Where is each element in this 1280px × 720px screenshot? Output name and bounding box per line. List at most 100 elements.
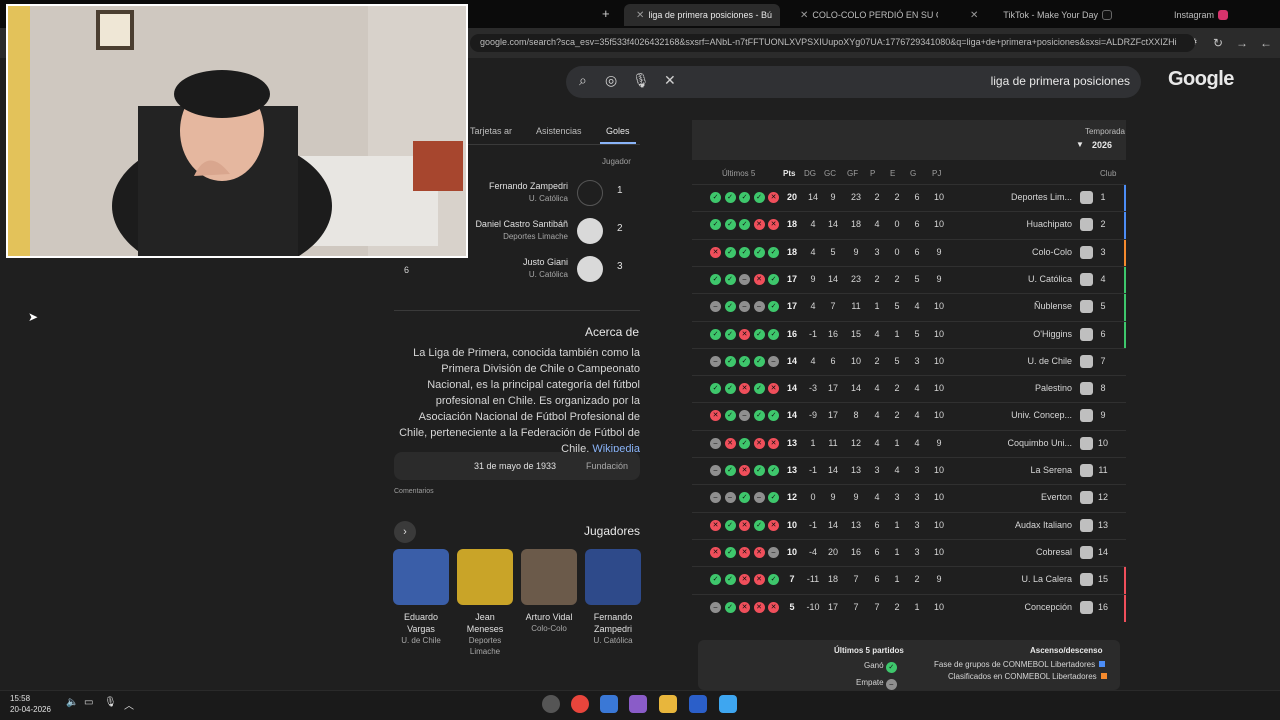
form-result-icon[interactable]: ✓	[724, 519, 736, 531]
form-result-icon[interactable]: ✓	[724, 601, 736, 613]
form-result-icon[interactable]: ✕	[768, 383, 779, 395]
form-result-icon[interactable]: –	[768, 355, 779, 367]
clear-search-icon[interactable]: ✕	[664, 72, 676, 89]
form-result-icon[interactable]: –	[724, 492, 736, 504]
table-row[interactable]: 16 Concepción 10 1 2 7 7 17 -10 5 ✕ ✕ ✕ ✓ –	[692, 593, 1126, 622]
form-result-icon[interactable]: ✓	[739, 437, 750, 449]
scorer-name[interactable]: Justo Giani	[468, 257, 568, 267]
form-result-icon[interactable]: ✓	[724, 410, 736, 422]
table-row[interactable]: 14 Cobresal 10 3 1 6 16 20 -4 10– ✕ ✕ ✓ ✕	[692, 538, 1126, 566]
club-name[interactable]: Audax Italiano	[982, 520, 1072, 530]
chevron-down-icon[interactable]: ▼	[1076, 140, 1084, 149]
table-row[interactable]: 6 O'Higgins 10 5 1 4 15 16 -1 16 ✓ ✓ ✕ ✓ ✓	[692, 320, 1126, 349]
tab-google-search[interactable]: ✕ liga de primera posiciones - Bú	[624, 4, 780, 26]
form-result-icon[interactable]: –	[753, 492, 765, 504]
form-result-icon[interactable]: ✓	[724, 355, 736, 367]
form-result-icon[interactable]: ✕	[710, 519, 721, 531]
form-result-icon[interactable]: ✓	[739, 219, 750, 231]
form-result-icon[interactable]: –	[739, 273, 750, 285]
form-result-icon[interactable]: ✕	[739, 465, 750, 476]
club-name[interactable]: O'Higgins	[982, 329, 1072, 339]
form-result-icon[interactable]: ✕	[753, 546, 765, 558]
table-row[interactable]: 5 Ñublense 10 4 5 1 11 7 4 17 ✓ – – ✓ –	[692, 293, 1126, 322]
form-result-icon[interactable]: ✕	[753, 219, 765, 231]
google-logo[interactable]: Google	[1168, 68, 1234, 91]
club-name[interactable]: U. Católica	[982, 274, 1072, 284]
club-name[interactable]: Concepción	[982, 602, 1072, 612]
form-result-icon[interactable]: ✓	[768, 301, 779, 313]
close-tab-icon[interactable]: ✕	[800, 10, 808, 21]
chrome-icon[interactable]	[571, 695, 589, 713]
tab-asistencias[interactable]: Asistencias	[536, 126, 582, 136]
form-result-icon[interactable]: ✓	[768, 328, 779, 340]
form-result-icon[interactable]: ✕	[768, 219, 779, 231]
form-result-icon[interactable]: –	[739, 410, 750, 422]
back-icon[interactable]: ←	[1257, 34, 1275, 52]
club-name[interactable]: Colo-Colo	[982, 247, 1072, 257]
tab-youtube[interactable]: ✕ COLO-COLO PERDIÓ EN SU CU	[788, 4, 938, 26]
close-tab-icon[interactable]: ✕	[636, 10, 644, 21]
form-result-icon[interactable]: ✕	[753, 437, 765, 449]
address-bar[interactable]: google.com/search?sca_esv=35f533f4026432…	[470, 34, 1195, 52]
network-icon[interactable]: ▭	[84, 697, 93, 708]
form-result-icon[interactable]: ✕	[739, 546, 750, 558]
player-card[interactable]: Eduardo Vargas U. de Chile	[393, 549, 449, 646]
scorer-name[interactable]: Daniel Castro Santibáñ	[468, 219, 568, 229]
form-result-icon[interactable]: –	[710, 301, 721, 313]
form-result-icon[interactable]: ✓	[753, 192, 765, 203]
club-name[interactable]: La Serena	[982, 465, 1072, 475]
form-result-icon[interactable]: ✓	[710, 574, 721, 586]
search-icon[interactable]: ⌕	[579, 72, 587, 89]
forward-icon[interactable]: →	[1233, 34, 1251, 52]
form-result-icon[interactable]: ✓	[724, 465, 736, 476]
club-name[interactable]: Ñublense	[982, 301, 1072, 311]
close-tab-icon[interactable]: ✕	[970, 10, 978, 21]
form-result-icon[interactable]: –	[710, 465, 721, 476]
form-result-icon[interactable]: ✕	[739, 519, 750, 531]
club-name[interactable]: U. de Chile	[982, 356, 1072, 366]
form-result-icon[interactable]: ✕	[753, 574, 765, 586]
form-result-icon[interactable]: ✓	[710, 328, 721, 340]
form-result-icon[interactable]: ✕	[710, 546, 721, 558]
form-result-icon[interactable]: ✕	[753, 273, 765, 285]
chevron-up-icon[interactable]: ︿	[124, 697, 134, 712]
form-result-icon[interactable]: ✓	[724, 574, 736, 586]
form-result-icon[interactable]: ✕	[768, 437, 779, 449]
form-result-icon[interactable]: –	[710, 492, 721, 504]
table-row[interactable]: 7 U. de Chile 10 3 5 2 10 6 4 14– ✓ ✓ ✓ –	[692, 347, 1126, 375]
form-result-icon[interactable]: ✕	[739, 383, 750, 395]
form-result-icon[interactable]: ✓	[768, 492, 779, 504]
form-result-icon[interactable]: ✓	[739, 492, 750, 504]
form-result-icon[interactable]: ✓	[753, 410, 765, 422]
form-result-icon[interactable]: ✓	[724, 273, 736, 285]
form-result-icon[interactable]: ✕	[768, 192, 779, 203]
microphone-icon[interactable]: 🎙	[632, 72, 650, 89]
form-result-icon[interactable]: ✓	[768, 246, 779, 258]
table-row[interactable]: 13 Audax Italiano 10 3 1 6 13 14 -1 10 ✕ ✓ ✕ ✓ ✕	[692, 511, 1126, 539]
form-result-icon[interactable]: ✓	[768, 410, 779, 422]
form-result-icon[interactable]: ✓	[753, 383, 765, 395]
app-icon[interactable]	[629, 695, 647, 713]
form-result-icon[interactable]: ✕	[739, 328, 750, 340]
form-result-icon[interactable]: ✓	[724, 328, 736, 340]
player-card[interactable]: Jean Meneses Deportes Limache	[457, 549, 513, 657]
form-result-icon[interactable]: ✓	[753, 246, 765, 258]
tab-goles[interactable]: Goles	[606, 126, 630, 136]
new-tab-icon[interactable]: +	[602, 6, 610, 21]
form-result-icon[interactable]: ✓	[724, 246, 736, 258]
table-row[interactable]: 15 U. La Calera 9 2 1 6 7 18 -11 7 ✓ ✕ ✕ ✓ ✓	[692, 566, 1126, 595]
tab-instagram[interactable]: Instagram	[1168, 4, 1256, 26]
club-name[interactable]: Deportes Lim...	[982, 192, 1072, 202]
player-card[interactable]: Arturo Vidal Colo-Colo	[521, 549, 577, 634]
system-clock[interactable]: 15:58 20-04-2026	[10, 693, 51, 715]
form-result-icon[interactable]: ✓	[739, 192, 750, 203]
form-result-icon[interactable]: ✓	[768, 273, 779, 285]
player-card[interactable]: Fernando Zampedri U. Católica	[585, 549, 641, 646]
form-result-icon[interactable]: ✓	[710, 192, 721, 203]
table-row[interactable]: 12 Everton 10 3 3 4 9 9 0 12 ✓ – ✓ – –	[692, 484, 1126, 511]
form-result-icon[interactable]: ✕	[739, 574, 750, 586]
form-result-icon[interactable]: ✕	[768, 601, 779, 613]
form-result-icon[interactable]: ✓	[753, 328, 765, 340]
form-result-icon[interactable]: ✓	[768, 465, 779, 476]
club-name[interactable]: Coquimbo Uni...	[982, 438, 1072, 448]
